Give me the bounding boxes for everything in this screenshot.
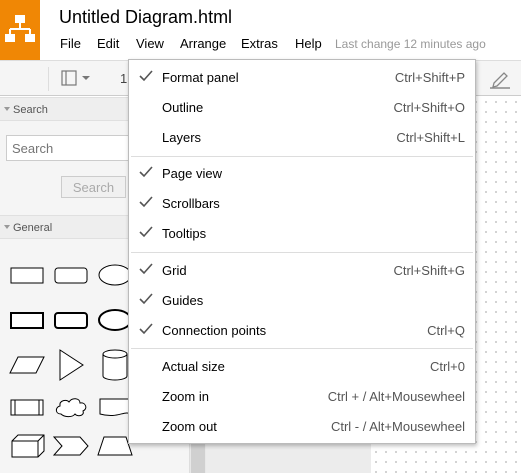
menu-item-label: Format panel — [162, 70, 239, 85]
menu-item-label: Zoom out — [162, 419, 217, 434]
menu-item-label: Layers — [162, 130, 202, 145]
menu-item-shortcut: Ctrl+Shift+O — [393, 100, 465, 115]
pencil-icon[interactable] — [488, 69, 512, 89]
menu-item-label: Connection points — [162, 323, 267, 338]
zoom-value[interactable]: 1 — [120, 71, 127, 86]
general-section-label: General — [13, 222, 53, 234]
menu-item-layers[interactable]: Layers Ctrl+Shift+L — [129, 122, 475, 152]
menu-item-format-panel[interactable]: Format panel Ctrl+Shift+P — [129, 62, 475, 92]
triangle-shape[interactable] — [50, 347, 94, 383]
menu-item-shortcut: Ctrl+Shift+P — [394, 70, 465, 85]
menu-divider — [131, 348, 473, 349]
menu-item-outline[interactable]: Outline Ctrl+Shift+O — [129, 92, 475, 122]
menu-item-label: Actual size — [162, 359, 225, 374]
search-button[interactable]: Search — [61, 176, 126, 198]
menu-item-shortcut: Ctrl+Shift+G — [393, 263, 465, 278]
menu-item-shortcut: Ctrl + / Alt+Mousewheel — [327, 389, 465, 404]
parallelogram-shape[interactable] — [6, 347, 50, 383]
menu-item-tooltips[interactable]: Tooltips — [129, 218, 475, 248]
view-menu-dropdown: Format panel Ctrl+Shift+P Outline Ctrl+S… — [128, 59, 476, 444]
check-icon — [139, 196, 153, 208]
menu-file[interactable]: File — [60, 36, 81, 51]
menu-item-label: Page view — [162, 166, 222, 181]
menu-item-scrollbars[interactable]: Scrollbars — [129, 188, 475, 218]
menu-item-grid[interactable]: Grid Ctrl+Shift+G — [129, 255, 475, 285]
menu-item-shortcut: Ctrl+0 — [429, 359, 465, 374]
menu-item-label: Guides — [162, 293, 204, 308]
menu-item-label: Grid — [162, 263, 187, 278]
cube-shape[interactable] — [6, 427, 50, 463]
menu-item-actual-size[interactable]: Actual size Ctrl+0 — [129, 351, 475, 381]
menu-view[interactable]: View — [136, 36, 164, 51]
menu-item-connection-points[interactable]: Connection points Ctrl+Q — [129, 315, 475, 345]
process-shape[interactable] — [6, 389, 50, 425]
collapse-triangle-icon — [4, 225, 10, 229]
menu-edit[interactable]: Edit — [97, 36, 119, 51]
check-icon — [139, 263, 153, 275]
rectangle-shape[interactable] — [6, 257, 50, 293]
check-icon — [139, 293, 153, 305]
cloud-shape[interactable] — [50, 389, 94, 425]
menu-item-zoom-out[interactable]: Zoom out Ctrl - / Alt+Mousewheel — [129, 411, 475, 441]
menu-item-label: Tooltips — [162, 226, 207, 241]
check-icon — [139, 70, 153, 82]
menu-extras[interactable]: Extras — [241, 36, 278, 51]
menu-item-label: Scrollbars — [162, 196, 220, 211]
menu-arrange[interactable]: Arrange — [180, 36, 226, 51]
last-change-status[interactable]: Last change 12 minutes ago — [335, 37, 486, 51]
document-title[interactable]: Untitled Diagram.html — [59, 7, 232, 28]
menu-item-shortcut: Ctrl+Shift+L — [396, 130, 465, 145]
menu-divider — [131, 156, 473, 157]
bold-rectangle-shape[interactable] — [6, 303, 50, 339]
bold-rounded-rectangle-shape[interactable] — [50, 303, 94, 339]
collapse-triangle-icon — [4, 107, 10, 111]
search-section-label: Search — [13, 104, 48, 116]
step-shape[interactable] — [50, 427, 94, 463]
menu-item-zoom-in[interactable]: Zoom in Ctrl + / Alt+Mousewheel — [129, 381, 475, 411]
check-icon — [139, 226, 153, 238]
panel-layout-icon[interactable] — [61, 70, 93, 88]
menu-item-shortcut: Ctrl - / Alt+Mousewheel — [330, 419, 465, 434]
toolbar-separator — [48, 67, 49, 91]
check-icon — [139, 166, 153, 178]
menu-item-label: Zoom in — [162, 389, 209, 404]
menu-item-page-view[interactable]: Page view — [129, 158, 475, 188]
menu-item-guides[interactable]: Guides — [129, 285, 475, 315]
menu-divider — [131, 252, 473, 253]
rounded-rectangle-shape[interactable] — [50, 257, 94, 293]
menu-item-shortcut: Ctrl+Q — [427, 323, 465, 338]
check-icon — [139, 323, 153, 335]
menu-item-label: Outline — [162, 100, 204, 115]
menu-help[interactable]: Help — [295, 36, 322, 51]
